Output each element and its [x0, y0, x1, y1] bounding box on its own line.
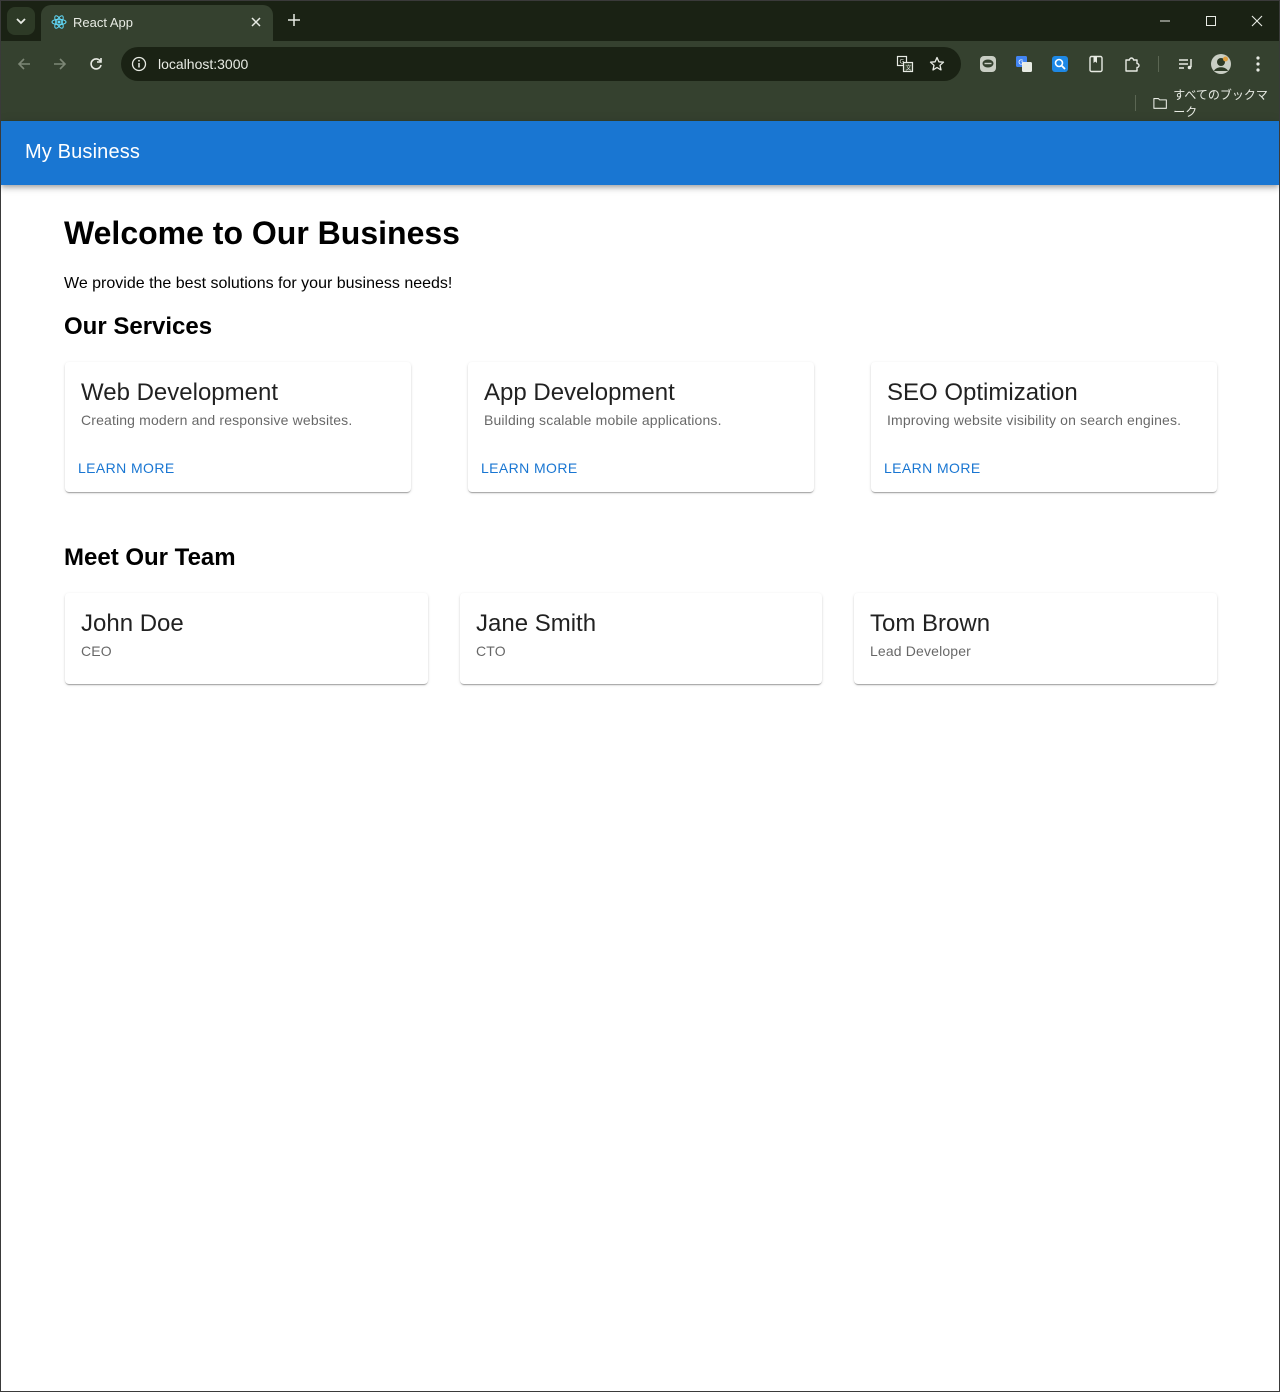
tab-title: React App	[73, 15, 133, 30]
service-card: App Development Building scalable mobile…	[468, 362, 814, 492]
page-title: Welcome to Our Business	[64, 215, 460, 251]
react-logo-icon	[51, 15, 67, 29]
minimize-icon	[1160, 20, 1170, 22]
app-bar: My Business	[1, 121, 1279, 185]
service-title: App Development	[484, 379, 675, 406]
url-text: localhost:3000	[158, 56, 249, 72]
media-control-button[interactable]	[1175, 53, 1197, 75]
extension-line-button[interactable]	[977, 53, 999, 75]
service-description: Building scalable mobile applications.	[484, 412, 722, 428]
chevron-down-icon	[16, 18, 26, 25]
team-member-card: Tom Brown Lead Developer	[854, 593, 1217, 684]
browser-toolbar: localhost:3000 G文 G	[1, 41, 1279, 87]
team-heading: Meet Our Team	[64, 544, 236, 571]
service-title: SEO Optimization	[887, 379, 1078, 406]
tab-close-button[interactable]	[247, 13, 265, 31]
app-title: My Business	[25, 141, 141, 163]
plus-icon	[288, 14, 300, 26]
profile-button[interactable]	[1210, 53, 1232, 75]
tab-search-button[interactable]	[7, 7, 35, 35]
service-description: Improving website visibility on search e…	[887, 412, 1182, 428]
site-info-icon[interactable]	[131, 56, 147, 72]
back-button[interactable]	[10, 50, 38, 78]
star-icon	[929, 56, 945, 71]
member-name: John Doe	[81, 610, 184, 637]
close-icon	[1251, 15, 1263, 27]
folder-icon	[1153, 98, 1167, 109]
team-member-card: John Doe CEO	[65, 593, 428, 684]
close-window-button[interactable]	[1237, 7, 1277, 35]
translate-icon: G文	[896, 55, 914, 73]
close-icon	[251, 17, 261, 27]
learn-more-button[interactable]: LEARN MORE	[879, 456, 986, 480]
bookmarks-divider	[1135, 95, 1136, 111]
reload-button[interactable]	[82, 50, 110, 78]
new-tab-button[interactable]	[283, 9, 305, 31]
puzzle-icon	[1125, 57, 1140, 72]
google-translate-icon: G	[1016, 56, 1032, 72]
address-bar[interactable]: localhost:3000 G文	[121, 47, 961, 81]
page-subtitle: We provide the best solutions for your b…	[64, 275, 453, 292]
team-member-card: Jane Smith CTO	[460, 593, 822, 684]
minimize-button[interactable]	[1145, 7, 1185, 35]
services-heading: Our Services	[64, 313, 213, 340]
all-bookmarks-button[interactable]: すべてのブックマーク	[1153, 88, 1279, 119]
avatar	[1211, 54, 1231, 74]
forward-button[interactable]	[46, 50, 74, 78]
arrow-left-icon	[17, 58, 30, 70]
arrow-right-icon	[54, 58, 67, 70]
bookmark-star-button[interactable]	[927, 54, 947, 74]
extension-clipper-button[interactable]	[1085, 53, 1107, 75]
service-card: SEO Optimization Improving website visib…	[871, 362, 1217, 492]
chat-bubble-icon	[980, 56, 996, 72]
member-name: Tom Brown	[870, 610, 991, 637]
all-bookmarks-label: すべてのブックマーク	[1173, 88, 1268, 119]
reload-icon	[90, 58, 102, 70]
svg-text:文: 文	[906, 64, 912, 72]
extension-translate-button[interactable]: G	[1013, 53, 1035, 75]
browser-window: React App localhost:3000 G 文 G すべてのブックマー…	[0, 0, 1280, 1392]
bookmark-clip-icon	[1089, 55, 1103, 73]
maximize-icon	[1206, 16, 1216, 26]
extension-search-button[interactable]	[1049, 53, 1071, 75]
svg-text:G: G	[900, 59, 905, 66]
playlist-icon	[1179, 59, 1192, 70]
learn-more-button[interactable]: LEARN MORE	[73, 456, 180, 480]
extensions-menu-button[interactable]	[1121, 53, 1143, 75]
magnifier-icon	[1052, 56, 1068, 72]
member-name: Jane Smith	[476, 610, 597, 637]
member-role: CEO	[81, 643, 112, 659]
service-card: Web Development Creating modern and resp…	[65, 362, 411, 492]
svg-text:G: G	[1018, 59, 1023, 67]
tab-strip: React App	[1, 1, 1279, 41]
learn-more-button[interactable]: LEARN MORE	[476, 456, 583, 480]
bookmarks-bar: すべてのブックマーク	[1, 87, 1279, 121]
browser-menu-button[interactable]	[1247, 53, 1269, 75]
translate-button[interactable]: G文	[895, 54, 915, 74]
maximize-button[interactable]	[1191, 7, 1231, 35]
browser-tab[interactable]: React App	[41, 5, 273, 41]
service-description: Creating modern and responsive websites.	[81, 412, 353, 428]
more-vertical-icon	[1256, 56, 1260, 72]
member-role: CTO	[476, 643, 506, 659]
toolbar-divider	[1158, 56, 1159, 72]
member-role: Lead Developer	[870, 643, 971, 659]
service-title: Web Development	[81, 379, 278, 406]
